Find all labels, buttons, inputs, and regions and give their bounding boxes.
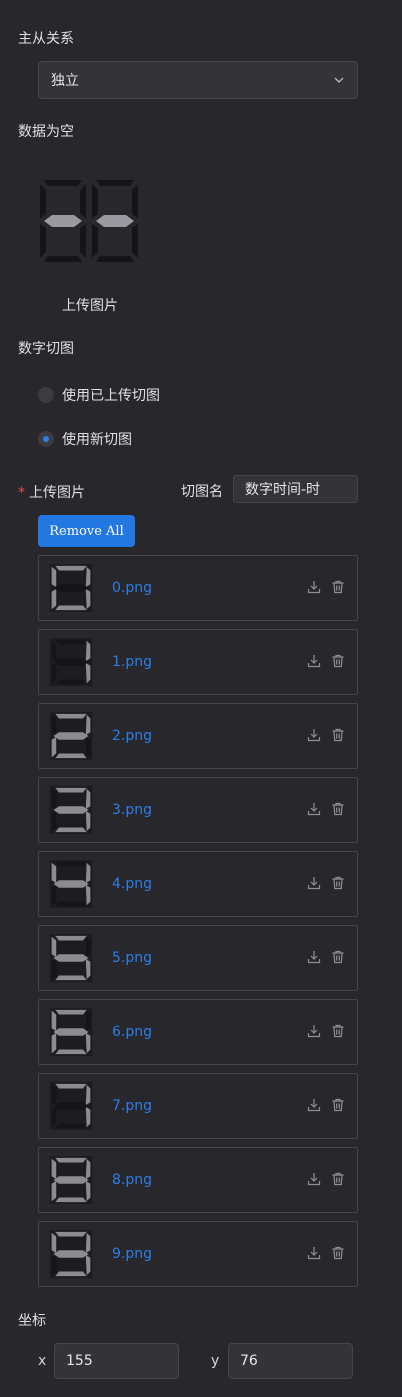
download-icon[interactable] <box>307 1246 321 1260</box>
file-item[interactable]: 4.png <box>38 851 358 917</box>
download-icon[interactable] <box>307 1098 321 1112</box>
download-icon[interactable] <box>307 876 321 890</box>
file-name-link[interactable]: 1.png <box>112 654 152 670</box>
file-name-link[interactable]: 3.png <box>112 802 152 818</box>
digit-thumbnail-image <box>49 1156 93 1204</box>
file-name-link[interactable]: 6.png <box>112 1024 152 1040</box>
file-actions <box>307 876 345 890</box>
trash-icon[interactable] <box>331 654 345 668</box>
master-slave-value: 独立 <box>51 73 79 89</box>
trash-icon[interactable] <box>331 950 345 964</box>
master-slave-select[interactable]: 独立 <box>38 61 358 99</box>
digit-thumbnail-image <box>49 1082 93 1130</box>
radio-use-new-label: 使用新切图 <box>62 432 132 448</box>
radio-use-new[interactable]: 使用新切图 <box>38 429 132 449</box>
slice-name-input[interactable]: 数字时间-时 <box>233 475 358 503</box>
slice-name-label: 切图名 <box>181 484 223 500</box>
x-input[interactable]: 155 <box>54 1343 179 1379</box>
digit-thumbnail-image <box>49 712 93 760</box>
trash-icon[interactable] <box>331 876 345 890</box>
file-actions <box>307 728 345 742</box>
x-label: x <box>38 1353 47 1369</box>
file-name-link[interactable]: 4.png <box>112 876 152 892</box>
required-mark: * <box>18 485 25 501</box>
file-actions <box>307 580 345 594</box>
file-item[interactable]: 1.png <box>38 629 358 695</box>
upload-images-label: * 上传图片 <box>18 482 85 502</box>
digit-thumbnail-image <box>49 638 93 686</box>
file-actions <box>307 1246 345 1260</box>
download-icon[interactable] <box>307 654 321 668</box>
download-icon[interactable] <box>307 1024 321 1038</box>
file-item[interactable]: 8.png <box>38 1147 358 1213</box>
file-item[interactable]: 2.png <box>38 703 358 769</box>
digit-thumbnail-image <box>49 860 93 908</box>
file-actions <box>307 1024 345 1038</box>
file-list: 0.png 1.png 2.png 3.png 4.png 5.png 6.pn… <box>38 555 358 1295</box>
chevron-down-icon <box>334 77 344 83</box>
radio-circle-selected[interactable] <box>38 431 54 447</box>
file-actions <box>307 1098 345 1112</box>
file-item[interactable]: 9.png <box>38 1221 358 1287</box>
upload-images-text: 上传图片 <box>29 485 85 501</box>
digit-thumbnail-image <box>49 786 93 834</box>
empty-upload-label: 上传图片 <box>62 298 118 314</box>
trash-icon[interactable] <box>331 1098 345 1112</box>
file-actions <box>307 654 345 668</box>
file-item[interactable]: 5.png <box>38 925 358 991</box>
digit-thumbnail-image <box>49 934 93 982</box>
y-input[interactable]: 76 <box>228 1343 353 1379</box>
file-name-link[interactable]: 5.png <box>112 950 152 966</box>
file-name-link[interactable]: 8.png <box>112 1172 152 1188</box>
file-name-link[interactable]: 2.png <box>112 728 152 744</box>
file-actions <box>307 802 345 816</box>
trash-icon[interactable] <box>331 1024 345 1038</box>
file-actions <box>307 950 345 964</box>
file-name-link[interactable]: 7.png <box>112 1098 152 1114</box>
file-item[interactable]: 7.png <box>38 1073 358 1139</box>
digit-thumbnail-image <box>49 1008 93 1056</box>
trash-icon[interactable] <box>331 1172 345 1186</box>
trash-icon[interactable] <box>331 802 345 816</box>
trash-icon[interactable] <box>331 728 345 742</box>
file-item[interactable]: 0.png <box>38 555 358 621</box>
file-item[interactable]: 6.png <box>38 999 358 1065</box>
file-actions <box>307 1172 345 1186</box>
download-icon[interactable] <box>307 728 321 742</box>
trash-icon[interactable] <box>331 1246 345 1260</box>
download-icon[interactable] <box>307 580 321 594</box>
digit-thumbnail-image <box>49 1230 93 1278</box>
y-label: y <box>211 1353 220 1369</box>
radio-use-uploaded-label: 使用已上传切图 <box>62 388 160 404</box>
file-name-link[interactable]: 9.png <box>112 1246 152 1262</box>
download-icon[interactable] <box>307 802 321 816</box>
file-item[interactable]: 3.png <box>38 777 358 843</box>
digit-thumbnail-image <box>49 564 93 612</box>
download-icon[interactable] <box>307 950 321 964</box>
radio-use-uploaded[interactable]: 使用已上传切图 <box>38 385 160 405</box>
file-name-link[interactable]: 0.png <box>112 580 152 596</box>
empty-data-label: 数据为空 <box>18 124 74 140</box>
download-icon[interactable] <box>307 1172 321 1186</box>
master-slave-label: 主从关系 <box>18 31 74 47</box>
radio-circle[interactable] <box>38 387 54 403</box>
empty-digit-preview-image[interactable] <box>38 178 142 264</box>
coords-label: 坐标 <box>18 1313 46 1329</box>
remove-all-button[interactable]: Remove All <box>38 515 135 547</box>
digit-slice-label: 数字切图 <box>18 341 74 357</box>
trash-icon[interactable] <box>331 580 345 594</box>
